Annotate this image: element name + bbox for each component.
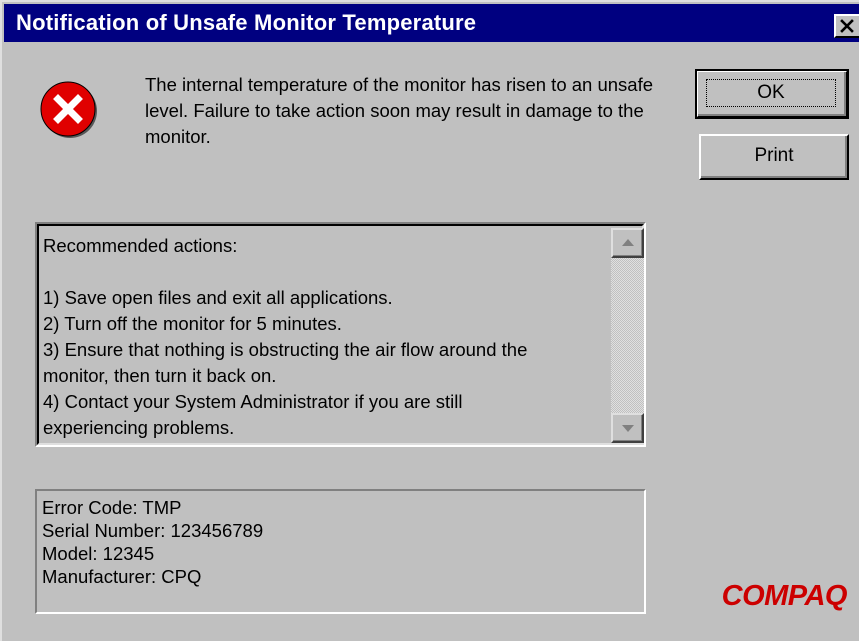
- actions-line: 3) Ensure that nothing is obstructing th…: [43, 339, 528, 360]
- warning-message: The internal temperature of the monitor …: [145, 74, 654, 147]
- recommended-actions-box[interactable]: Recommended actions: 1) Save open files …: [35, 222, 646, 447]
- close-icon: [840, 19, 854, 33]
- compaq-logo-text: COMPAQ: [722, 580, 848, 612]
- scroll-down-arrow-icon: [622, 425, 634, 432]
- vertical-scrollbar[interactable]: [611, 228, 644, 443]
- scroll-up-arrow-icon: [622, 239, 634, 246]
- actions-line: 2) Turn off the monitor for 5 minutes.: [43, 313, 342, 334]
- actions-line: experiencing problems.: [43, 417, 235, 438]
- actions-line: Recommended actions:: [43, 235, 238, 256]
- actions-line: 4) Contact your System Administrator if …: [43, 391, 463, 412]
- compaq-logo: COMPAQ: [722, 580, 848, 612]
- close-button[interactable]: [834, 14, 859, 38]
- ok-button-label: OK: [706, 79, 836, 107]
- manufacturer: Manufacturer: CPQ: [42, 566, 202, 587]
- actions-line: [43, 259, 611, 285]
- monitor-info-text: Error Code: TMP Serial Number: 123456789…: [42, 496, 263, 588]
- window-title: Notification of Unsafe Monitor Temperatu…: [16, 10, 477, 35]
- scroll-up-button[interactable]: [611, 228, 644, 258]
- dialog-window: Notification of Unsafe Monitor Temperatu…: [0, 0, 859, 641]
- error-code: Error Code: TMP: [42, 497, 182, 518]
- ok-button[interactable]: OK: [695, 69, 849, 119]
- serial-number: Serial Number: 123456789: [42, 520, 264, 541]
- recommended-actions-frame: Recommended actions: 1) Save open files …: [37, 224, 644, 445]
- actions-line: monitor, then turn it back on.: [43, 365, 277, 386]
- print-button[interactable]: Print: [699, 134, 849, 180]
- recommended-actions-text: Recommended actions: 1) Save open files …: [43, 233, 611, 441]
- model: Model: 12345: [42, 543, 155, 564]
- actions-line: 1) Save open files and exit all applicat…: [43, 287, 393, 308]
- monitor-info-box: Error Code: TMP Serial Number: 123456789…: [35, 489, 646, 614]
- error-icon: [40, 81, 97, 138]
- title-bar[interactable]: Notification of Unsafe Monitor Temperatu…: [4, 4, 859, 42]
- scroll-down-button[interactable]: [611, 413, 644, 443]
